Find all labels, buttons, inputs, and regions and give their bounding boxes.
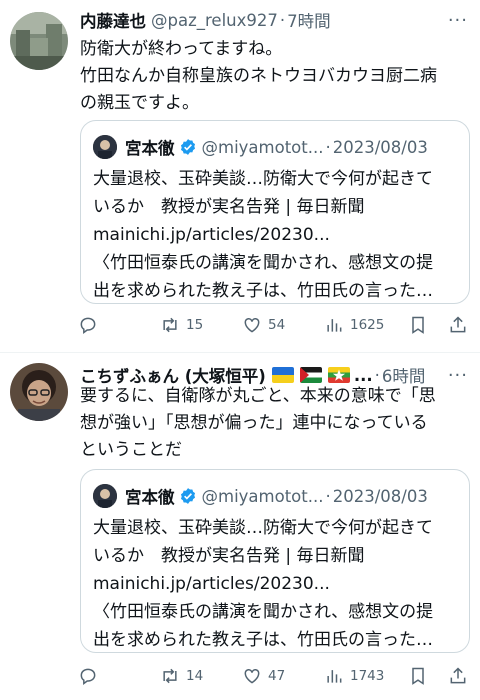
quote-display-name: 宮本徹 <box>125 139 175 158</box>
tweet[interactable]: 内藤達也 @paz_relux927 · 7時間 ··· 防衛大が終わってますね… <box>0 0 480 352</box>
reply-button[interactable] <box>78 315 98 335</box>
like-icon <box>244 668 260 684</box>
quote-text-line: 〈竹田恒泰氏の講演を聞かされ、感想文の提 <box>93 253 434 273</box>
views-button[interactable]: 1625 <box>324 315 384 335</box>
share-button[interactable] <box>448 666 468 686</box>
quote-handle: @miyamotot... <box>201 486 324 506</box>
action-bar: 15 54 1625 <box>78 313 470 337</box>
tweet-text-line: 要するに、自衛隊が丸ごと、本来の意味で「思 <box>80 386 436 406</box>
quote-header: 宮本徹 @miyamotot... · 2023/08/03 <box>93 484 428 508</box>
retweet-icon <box>163 668 177 684</box>
share-icon <box>450 667 466 684</box>
avatar[interactable] <box>10 363 68 421</box>
like-icon <box>244 317 260 333</box>
share-button[interactable] <box>448 315 468 335</box>
views-count: 1625 <box>350 317 385 333</box>
quote-avatar <box>93 484 117 508</box>
like-button[interactable]: 47 <box>242 666 285 686</box>
reply-icon <box>80 668 96 685</box>
retweet-count: 14 <box>186 668 204 684</box>
like-button[interactable]: 54 <box>242 315 285 335</box>
more-options-button[interactable]: ··· <box>448 10 468 31</box>
tweet-text: 防衛大が終わってますね。 竹田なんか自称皇族のネトウヨバカウヨ厨二病 の親玉です… <box>80 36 470 117</box>
share-icon <box>450 316 466 333</box>
reply-button[interactable] <box>78 666 98 686</box>
separator-dot: · <box>325 486 331 506</box>
quote-handle: @miyamotot... <box>201 137 324 157</box>
timestamp[interactable]: 7時間 <box>287 8 331 32</box>
ukraine-flag-icon <box>271 367 294 383</box>
retweet-icon <box>163 317 177 333</box>
tweet-header: 内藤達也 @paz_relux927 · 7時間 ··· <box>80 6 480 34</box>
verified-icon <box>180 488 195 504</box>
retweet-button[interactable]: 15 <box>160 315 203 335</box>
user-handle[interactable]: @paz_relux927 <box>151 11 278 30</box>
like-count: 54 <box>268 317 286 333</box>
verified-icon <box>180 139 195 155</box>
tweet-text-line: 防衛大が終わってますね。 <box>80 39 283 59</box>
quote-date: 2023/08/03 <box>332 486 428 506</box>
palestine-flag-icon <box>299 367 322 383</box>
myanmar-flag-icon <box>327 367 350 383</box>
quote-text-line: いるか 教授が実名告発 | 毎日新聞 <box>93 546 365 566</box>
retweet-count: 15 <box>186 317 204 333</box>
quote-date: 2023/08/03 <box>332 137 428 157</box>
quote-tweet[interactable]: 宮本徹 @miyamotot... · 2023/08/03 大量退校、玉砕美談… <box>80 120 470 304</box>
avatar[interactable] <box>10 12 68 70</box>
tweet-text-line: の親玉ですよ。 <box>80 93 199 113</box>
quote-text-line: いるか 教授が実名告発 | 毎日新聞 <box>93 197 365 217</box>
quote-text-line: 出を求められた教え子は、竹田氏の言った… <box>93 281 433 301</box>
bookmark-button[interactable] <box>408 666 428 686</box>
quote-text-line: 〈竹田恒泰氏の講演を聞かされ、感想文の提 <box>93 602 434 622</box>
quote-display-name: 宮本徹 <box>125 488 175 507</box>
action-bar: 14 47 1743 <box>78 664 470 688</box>
bookmark-icon <box>412 316 424 334</box>
tweet-text: 要するに、自衛隊が丸ごと、本来の意味で「思 想が強い」「思想が偏った」連中になっ… <box>80 383 470 464</box>
quote-link: mainichi.jp/articles/20230... <box>93 574 330 594</box>
quote-text: 大量退校、玉砕美談…防衛大で今何が起きて いるか 教授が実名告発 | 毎日新聞 … <box>93 165 433 305</box>
separator-dot: · <box>279 10 286 30</box>
bookmark-button[interactable] <box>408 315 428 335</box>
quote-text-line: 出を求められた教え子は、竹田氏の言った… <box>93 630 433 650</box>
display-name[interactable]: 内藤達也 <box>80 8 146 32</box>
views-button[interactable]: 1743 <box>324 666 384 686</box>
bookmark-icon <box>412 667 424 685</box>
quote-tweet[interactable]: 宮本徹 @miyamotot... · 2023/08/03 大量退校、玉砕美談… <box>80 469 470 653</box>
reply-icon <box>80 317 96 334</box>
separator-dot: · <box>374 365 380 385</box>
tweet-text-line: 竹田なんか自称皇族のネトウヨバカウヨ厨二病 <box>80 66 437 86</box>
quote-header: 宮本徹 @miyamotot... · 2023/08/03 <box>93 135 428 159</box>
like-count: 47 <box>268 668 286 684</box>
display-name-overflow: ... <box>353 365 373 385</box>
views-count: 1743 <box>350 668 385 684</box>
tweet[interactable]: こちずふぁん (大塚恒平) ... · 6時間 ··· 要するに、自衛隊が丸ごと… <box>0 353 480 700</box>
views-icon <box>327 670 342 683</box>
views-icon <box>327 319 342 332</box>
separator-dot: · <box>325 137 331 157</box>
tweet-text-line: ということだ <box>80 440 182 460</box>
retweet-button[interactable]: 14 <box>160 666 203 686</box>
quote-text: 大量退校、玉砕美談…防衛大で今何が起きて いるか 教授が実名告発 | 毎日新聞 … <box>93 514 433 654</box>
quote-text-line: 大量退校、玉砕美談…防衛大で今何が起きて <box>93 518 433 538</box>
quote-link: mainichi.jp/articles/20230... <box>93 225 330 245</box>
quote-text-line: 大量退校、玉砕美談…防衛大で今何が起きて <box>93 169 433 189</box>
tweet-text-line: 想が強い」「思想が偏った」連中になっている <box>80 413 428 433</box>
quote-avatar <box>93 135 117 159</box>
